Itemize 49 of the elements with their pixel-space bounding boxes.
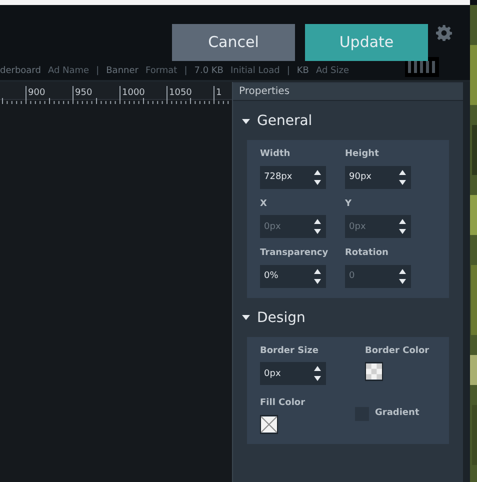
toolbar-value: Banner <box>106 65 138 78</box>
spinner-arrows-icon[interactable] <box>399 219 406 234</box>
toolbar-caption: Initial Load <box>230 65 280 78</box>
spinner-arrows-icon[interactable] <box>314 366 321 381</box>
toolbar-caption: Format <box>145 65 178 78</box>
stepper-field[interactable]: 90px <box>345 166 411 188</box>
field-label: Y <box>345 198 353 210</box>
toolbar-separator: | <box>184 65 188 78</box>
caret-icon <box>242 118 250 124</box>
stepper-field[interactable]: 0% <box>260 264 326 288</box>
field-label: Height <box>345 148 380 161</box>
field-label: Width <box>260 148 292 161</box>
field-label: Border Size <box>260 344 320 358</box>
cancel-button[interactable]: Cancel <box>172 24 295 61</box>
toolbar-caption: Ad Name <box>48 65 90 78</box>
field-label: Border Color <box>365 344 430 358</box>
toolbar-separator: | <box>96 65 100 78</box>
stepper-field[interactable]: 0 <box>345 264 411 288</box>
color-swatch[interactable] <box>365 362 383 381</box>
toolbar-value: 7.0 KB <box>194 65 224 78</box>
section-header[interactable]: Design <box>233 298 463 336</box>
ruler-label: 900 <box>28 88 46 98</box>
toolbar-separator: | <box>286 65 290 78</box>
field-label: Fill Color <box>260 397 306 410</box>
spinner-arrows-icon[interactable] <box>314 170 321 184</box>
section-header[interactable]: General <box>233 101 463 140</box>
toolbar-value: derboard <box>0 65 41 78</box>
stepper-field[interactable]: 728px <box>260 166 326 188</box>
field-label: Rotation <box>345 247 390 260</box>
stepper-field[interactable]: 0px <box>345 215 411 238</box>
spinner-arrows-icon[interactable] <box>399 170 406 184</box>
panel-title: Properties <box>233 83 463 101</box>
field-label: X <box>260 198 268 210</box>
caret-icon <box>242 315 250 321</box>
ruler-label: 1050 <box>169 88 192 98</box>
stepper-field[interactable]: 0px <box>260 215 326 238</box>
stepper-field[interactable]: 0px <box>260 362 326 385</box>
settings-icon[interactable] <box>436 25 452 41</box>
spinner-arrows-icon[interactable] <box>399 268 406 284</box>
ruler-label: 950 <box>75 88 92 98</box>
toolbar-value: KB <box>296 65 309 78</box>
field-label: Transparency <box>260 247 330 260</box>
spinner-arrows-icon[interactable] <box>314 268 321 284</box>
spinner-arrows-icon[interactable] <box>314 219 321 234</box>
ruler-label: 1000 <box>122 88 145 98</box>
toolbar-caption: Ad Size <box>316 65 350 78</box>
checkbox-label: Gradient <box>375 407 420 420</box>
no-color-swatch[interactable] <box>260 414 278 434</box>
ruler-label: 1 <box>216 88 222 98</box>
